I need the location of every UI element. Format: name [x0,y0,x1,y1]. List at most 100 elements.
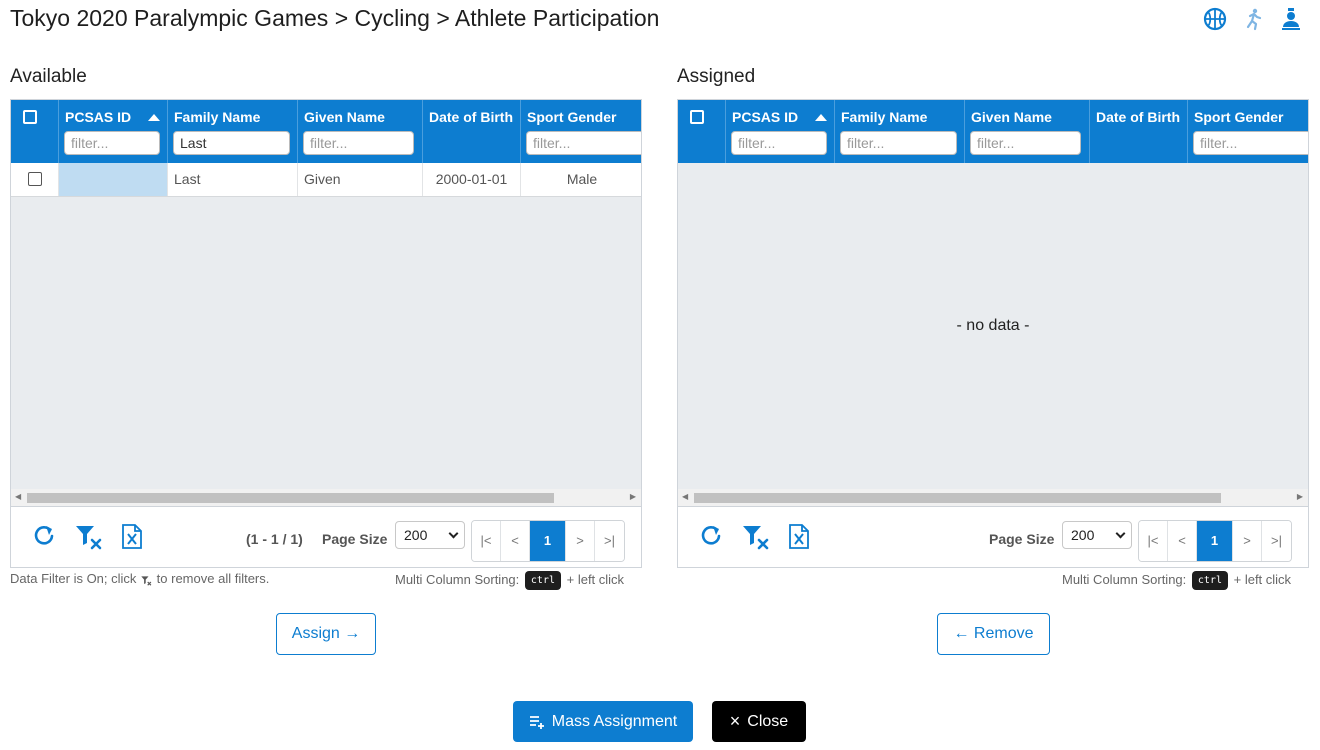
cell-sport-gender[interactable]: Male [521,163,641,196]
header-icons [1202,6,1304,32]
basketball-icon[interactable] [1202,6,1228,32]
horizontal-scrollbar[interactable]: ◀ ▶ [678,489,1308,506]
excel-export-icon[interactable] [120,520,146,550]
available-grid: PCSAS ID Family Name Given Name Date of … [10,99,642,568]
page-size-label: Page Size [322,531,388,547]
column-date-of-birth[interactable]: Date of Birth [423,100,521,163]
filter-sport-gender[interactable] [1193,131,1308,155]
column-label: Given Name [304,109,385,125]
scroll-right-arrow-icon[interactable]: ▶ [1297,492,1303,501]
column-family-name[interactable]: Family Name [168,100,298,163]
select-all-checkbox[interactable] [690,110,704,124]
mass-assignment-label: Mass Assignment [551,712,678,730]
sort-note-label: Multi Column Sorting: [1062,571,1187,587]
column-family-name[interactable]: Family Name [835,100,965,163]
running-athlete-icon[interactable] [1240,6,1266,32]
scroll-left-arrow-icon[interactable]: ◀ [15,492,21,501]
column-label: Sport Gender [1194,109,1284,125]
assigned-grid-footer: Page Size 200 |< < 1 > >| [678,506,1308,567]
empty-state: - no data - [956,317,1030,334]
row-checkbox[interactable] [28,172,42,186]
column-pcsas-id[interactable]: PCSAS ID [59,100,168,163]
page-size-label: Page Size [989,531,1055,547]
select-all-checkbox[interactable] [23,110,37,124]
filter-given-name[interactable] [970,131,1081,155]
column-sport-gender[interactable]: Sport Gender [521,100,641,163]
page-size-value: 200 [404,527,428,543]
sort-ascending-icon [815,114,827,121]
first-page-button[interactable]: |< [472,521,501,561]
page-size-select[interactable]: 200 [1062,521,1132,549]
next-page-button[interactable]: > [566,521,595,561]
page-1-button[interactable]: 1 [530,521,566,561]
filter-given-name[interactable] [303,131,414,155]
table-row[interactable]: Last Given 2000-01-01 Male [11,163,641,197]
first-page-button[interactable]: |< [1139,521,1168,561]
filter-sport-gender[interactable] [526,131,641,155]
filter-family-name[interactable] [840,131,957,155]
sort-note-action: + left click [566,571,625,587]
page-1-button[interactable]: 1 [1197,521,1233,561]
column-date-of-birth[interactable]: Date of Birth [1090,100,1188,163]
next-page-button[interactable]: > [1233,521,1262,561]
filter-family-name[interactable] [173,131,290,155]
remove-button[interactable]: ← Remove [937,613,1050,655]
previous-page-button[interactable]: < [1168,521,1197,561]
filter-pcsas-id[interactable] [731,131,827,155]
filter-note-text: Data Filter is On; click [10,571,137,586]
filter-note-text-end: to remove all filters. [156,571,270,586]
sort-note: Multi Column Sorting: ctrl + left click [1062,571,1291,590]
page-title: Tokyo 2020 Paralympic Games > Cycling > … [10,5,660,31]
pagination: |< < 1 > >| [471,520,625,562]
sort-note: Multi Column Sorting: ctrl + left click [395,571,624,590]
column-label: Date of Birth [1096,109,1180,125]
previous-page-button[interactable]: < [501,521,530,561]
column-given-name[interactable]: Given Name [298,100,423,163]
column-sport-gender[interactable]: Sport Gender [1188,100,1308,163]
ctrl-key-badge: ctrl [524,571,561,590]
chevron-down-icon [1115,528,1126,539]
cell-pcsas-id[interactable] [59,163,168,196]
refresh-icon[interactable] [31,520,57,550]
last-page-button[interactable]: >| [1262,521,1291,561]
column-given-name[interactable]: Given Name [965,100,1090,163]
select-all-cell [11,100,59,163]
column-pcsas-id[interactable]: PCSAS ID [726,100,835,163]
filter-pcsas-id[interactable] [64,131,160,155]
column-label: PCSAS ID [65,109,132,125]
scroll-left-arrow-icon[interactable]: ◀ [682,492,688,501]
column-label: Family Name [841,109,928,125]
row-select-cell [11,163,59,196]
cell-given-name[interactable]: Given [298,163,423,196]
list-add-icon [529,715,544,729]
column-label: Sport Gender [527,109,617,125]
close-button[interactable]: × Close [712,701,806,742]
refresh-icon[interactable] [698,520,724,550]
scroll-right-arrow-icon[interactable]: ▶ [630,492,636,501]
scrollbar-thumb[interactable] [27,493,554,503]
scrollbar-thumb[interactable] [694,493,1221,503]
select-all-cell [678,100,726,163]
record-count: (1 - 1 / 1) [246,531,303,547]
column-label: Given Name [971,109,1052,125]
close-icon: × [729,711,741,731]
mass-assignment-button[interactable]: Mass Assignment [513,701,693,742]
last-page-button[interactable]: >| [595,521,624,561]
column-label: Family Name [174,109,261,125]
user-profile-icon[interactable] [1278,6,1304,32]
assigned-grid: PCSAS ID Family Name Given Name Date of … [677,99,1309,568]
assign-button[interactable]: Assign → [276,613,376,655]
cell-date-of-birth[interactable]: 2000-01-01 [423,163,521,196]
excel-export-icon[interactable] [787,520,813,550]
assigned-grid-header: PCSAS ID Family Name Given Name Date of … [678,100,1308,163]
page-size-select[interactable]: 200 [395,521,465,549]
available-title: Available [10,66,87,87]
pagination: |< < 1 > >| [1138,520,1292,562]
page-size-value: 200 [1071,527,1095,543]
horizontal-scrollbar[interactable]: ◀ ▶ [11,489,641,506]
clear-filters-icon[interactable] [742,520,770,550]
clear-filters-icon[interactable] [75,520,103,550]
cell-family-name[interactable]: Last [168,163,298,196]
filter-note: Data Filter is On; click to remove all f… [10,571,269,586]
available-grid-header: PCSAS ID Family Name Given Name Date of … [11,100,641,163]
